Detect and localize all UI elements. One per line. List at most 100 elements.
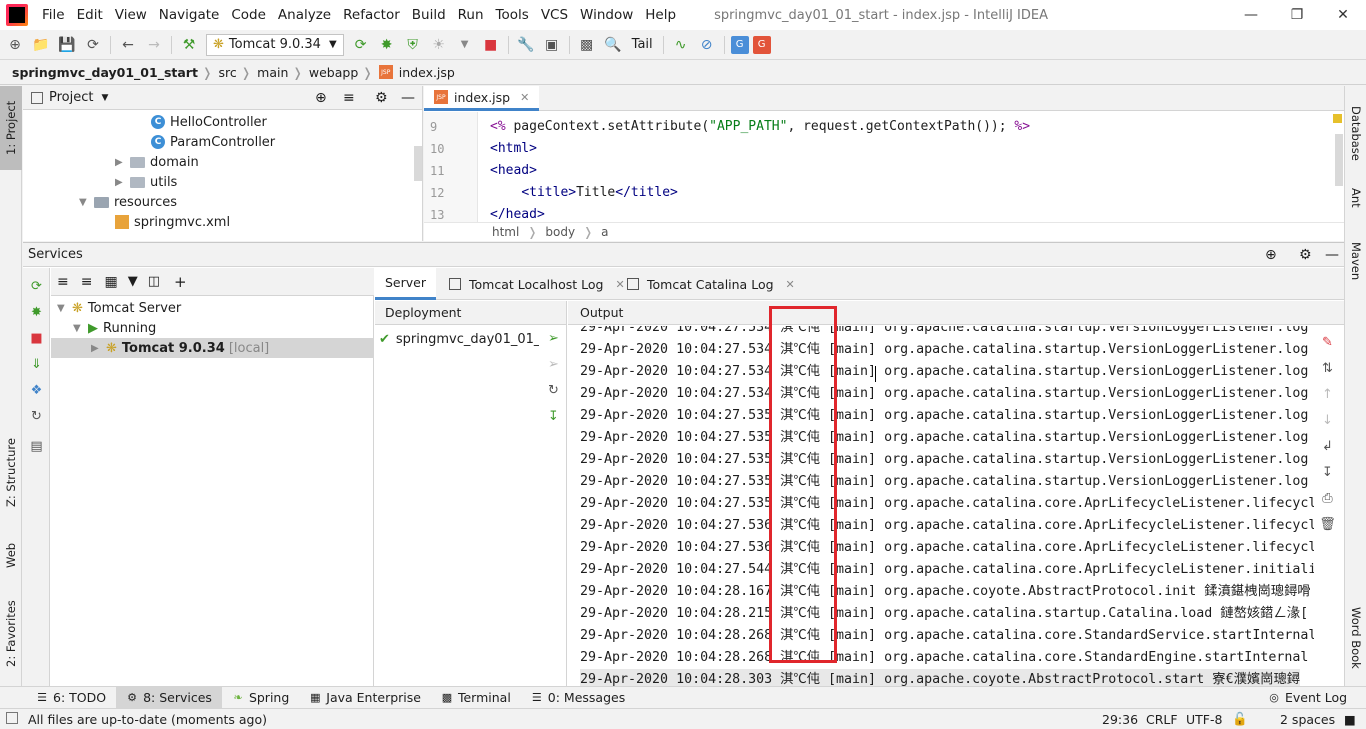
tab-tomcat-catalina-log[interactable]: Tomcat Catalina Log ✕ (617, 268, 805, 300)
up-arrow-icon[interactable]: ↑ (1319, 386, 1336, 403)
tab-server[interactable]: Server (375, 268, 436, 300)
translate-alt-icon[interactable]: G (752, 35, 771, 54)
breadcrumb-main[interactable]: main (257, 65, 288, 80)
close-tab-icon[interactable]: ✕ (520, 91, 529, 104)
editor-crumb-body[interactable]: body (545, 225, 575, 239)
tree-item-running[interactable]: ▼ ▶ Running (73, 318, 156, 338)
gear-icon[interactable]: ⚙ (375, 90, 388, 106)
code-line-10[interactable]: <html> (490, 138, 537, 160)
breadcrumb-project[interactable]: springmvc_day01_01_start (12, 65, 198, 80)
tool-tab-maven[interactable]: Maven (1345, 232, 1366, 290)
group-by-icon[interactable]: ▦ (104, 274, 117, 290)
run-config-select[interactable]: ❋ Tomcat 9.0.34 ▼ (206, 33, 344, 56)
collapse-all-icon[interactable]: ≡ (343, 90, 355, 106)
bottom-tab-java-enterprise[interactable]: ▦ Java Enterprise (299, 687, 431, 709)
menu-window[interactable]: Window (574, 7, 639, 23)
restore-icon[interactable]: ❐ (1274, 0, 1320, 30)
menu-run[interactable]: Run (452, 7, 490, 23)
trash-icon[interactable]: 🗑 (1319, 516, 1336, 533)
tool-tab-database[interactable]: Database (1345, 94, 1366, 172)
locate-target-icon[interactable]: ⊕ (1265, 247, 1277, 263)
tool-tab-web[interactable]: Web (0, 532, 22, 578)
bottom-tab-spring[interactable]: ❧ Spring (222, 687, 299, 709)
console-log[interactable]: 29-Apr-2020 10:04:27.534 淇℃伅 [main] org.… (568, 326, 1314, 687)
locate-target-icon[interactable]: ⊕ (315, 90, 327, 106)
chevron-down-icon[interactable]: ▼ (79, 197, 89, 208)
print-icon[interactable]: ⎙ (1319, 490, 1336, 507)
undeploy-icon[interactable]: ➢ (545, 356, 562, 373)
status-panel-toggle-icon[interactable] (6, 712, 18, 724)
bottom-tab-terminal[interactable]: ▩ Terminal (431, 687, 521, 709)
hide-panel-icon[interactable]: — (1325, 247, 1339, 263)
code-line-12[interactable]: <title>Title</title> (490, 182, 678, 204)
layout-icon[interactable]: ▤ (28, 438, 45, 455)
menu-code[interactable]: Code (225, 7, 272, 23)
bottom-tab-services[interactable]: ⚙ 8: Services (116, 686, 222, 709)
breadcrumb-webapp[interactable]: webapp (309, 65, 358, 80)
tree-item-hellocontroller[interactable]: C HelloController (151, 112, 267, 132)
profile-icon[interactable]: ☀ (428, 34, 450, 56)
menu-refactor[interactable]: Refactor (337, 7, 406, 23)
coverage-shield-icon[interactable]: ⛨ (402, 34, 424, 56)
bottom-tab-todo[interactable]: ☰ 6: TODO (26, 687, 116, 709)
code-line-13[interactable]: </head> (490, 204, 545, 222)
breadcrumb-src[interactable]: src (218, 65, 236, 80)
menu-file[interactable]: File (36, 7, 71, 23)
notification-icon[interactable]: ■ (1344, 709, 1356, 729)
indent-setting[interactable]: 2 spaces (1280, 709, 1335, 729)
tree-item-tomcat-server[interactable]: ▼ ❋ Tomcat Server (57, 298, 181, 318)
soft-wrap-icon[interactable]: ↲ (1319, 438, 1336, 455)
rerun-icon[interactable]: ⟳ (28, 278, 45, 295)
chevron-right-icon[interactable]: ▶ (115, 157, 125, 168)
build-hammer-icon[interactable]: ⚒ (178, 34, 200, 56)
chevron-down-icon[interactable]: ▼ (101, 93, 108, 103)
editor-crumb-a[interactable]: a (601, 225, 608, 239)
tab-tomcat-localhost-log[interactable]: Tomcat Localhost Log ✕ (439, 268, 635, 300)
activity-monitor-icon[interactable]: ∿ (670, 34, 692, 56)
collapse-all-icon[interactable]: ≡ (81, 274, 93, 290)
filter-icon[interactable]: ▼ (128, 274, 138, 289)
tree-item-paramcontroller[interactable]: C ParamController (151, 132, 275, 152)
lock-icon[interactable]: 🔓 (1232, 709, 1248, 729)
new-tab-icon[interactable]: ◫ (148, 274, 160, 289)
debug-bug-icon[interactable]: ✸ (376, 34, 398, 56)
close-window-icon[interactable]: ✕ (1320, 0, 1366, 30)
down-arrow-icon[interactable]: ↓ (1319, 412, 1336, 429)
tree-item-domain[interactable]: ▶ domain (115, 152, 199, 172)
search-icon[interactable]: 🔍 (602, 34, 624, 56)
no-entry-icon[interactable]: ⊘ (696, 34, 718, 56)
editor-tab-index-jsp[interactable]: JSP index.jsp ✕ (424, 86, 540, 111)
menu-analyze[interactable]: Analyze (272, 7, 337, 23)
tool-tab-structure[interactable]: Z: Structure (0, 430, 22, 516)
project-structure-icon[interactable]: ▣ (541, 34, 563, 56)
menu-tools[interactable]: Tools (490, 7, 535, 23)
terminal-window-icon[interactable]: ▩ (576, 34, 598, 56)
translate-icon[interactable]: G (730, 35, 749, 54)
caret-position[interactable]: 29:36 (1102, 709, 1138, 729)
open-folder-icon[interactable]: 📁 (30, 34, 52, 56)
minimize-icon[interactable]: — (1228, 0, 1274, 30)
project-panel-title[interactable]: Project (49, 90, 93, 105)
tool-tab-ant[interactable]: Ant (1345, 178, 1366, 218)
expand-all-icon[interactable]: ≡ (57, 274, 69, 290)
update-deploy-icon[interactable]: ⇓ (28, 356, 45, 373)
bottom-tab-event-log[interactable]: ◎ Event Log (1258, 687, 1357, 709)
chevron-down-icon[interactable]: ▼ (73, 323, 83, 334)
stop-icon[interactable]: ■ (28, 330, 45, 347)
file-encoding[interactable]: UTF-8 (1186, 709, 1222, 729)
tree-item-tomcat-instance[interactable]: ▶ ❋ Tomcat 9.0.34 [local] (91, 338, 269, 358)
forward-arrow-icon[interactable]: → (143, 34, 165, 56)
stop-icon[interactable]: ■ (480, 34, 502, 56)
back-arrow-icon[interactable]: ← (117, 34, 139, 56)
chevron-right-icon[interactable]: ▶ (115, 177, 125, 188)
tool-tab-favorites[interactable]: 2: Favorites (0, 592, 22, 676)
menu-help[interactable]: Help (639, 7, 682, 23)
close-tab-icon[interactable]: ✕ (786, 278, 795, 291)
code-line-11[interactable]: <head> (490, 160, 537, 182)
new-project-icon[interactable]: ⊕ (4, 34, 26, 56)
warning-marker-icon[interactable] (1333, 114, 1342, 123)
clear-console-icon[interactable]: ✎ (1319, 334, 1336, 351)
deployment-item[interactable]: ✔ springmvc_day01_01_star (379, 329, 539, 349)
tree-item-resources[interactable]: ▼ resources (79, 192, 177, 212)
tool-tab-word-book[interactable]: Word Book (1345, 598, 1366, 678)
